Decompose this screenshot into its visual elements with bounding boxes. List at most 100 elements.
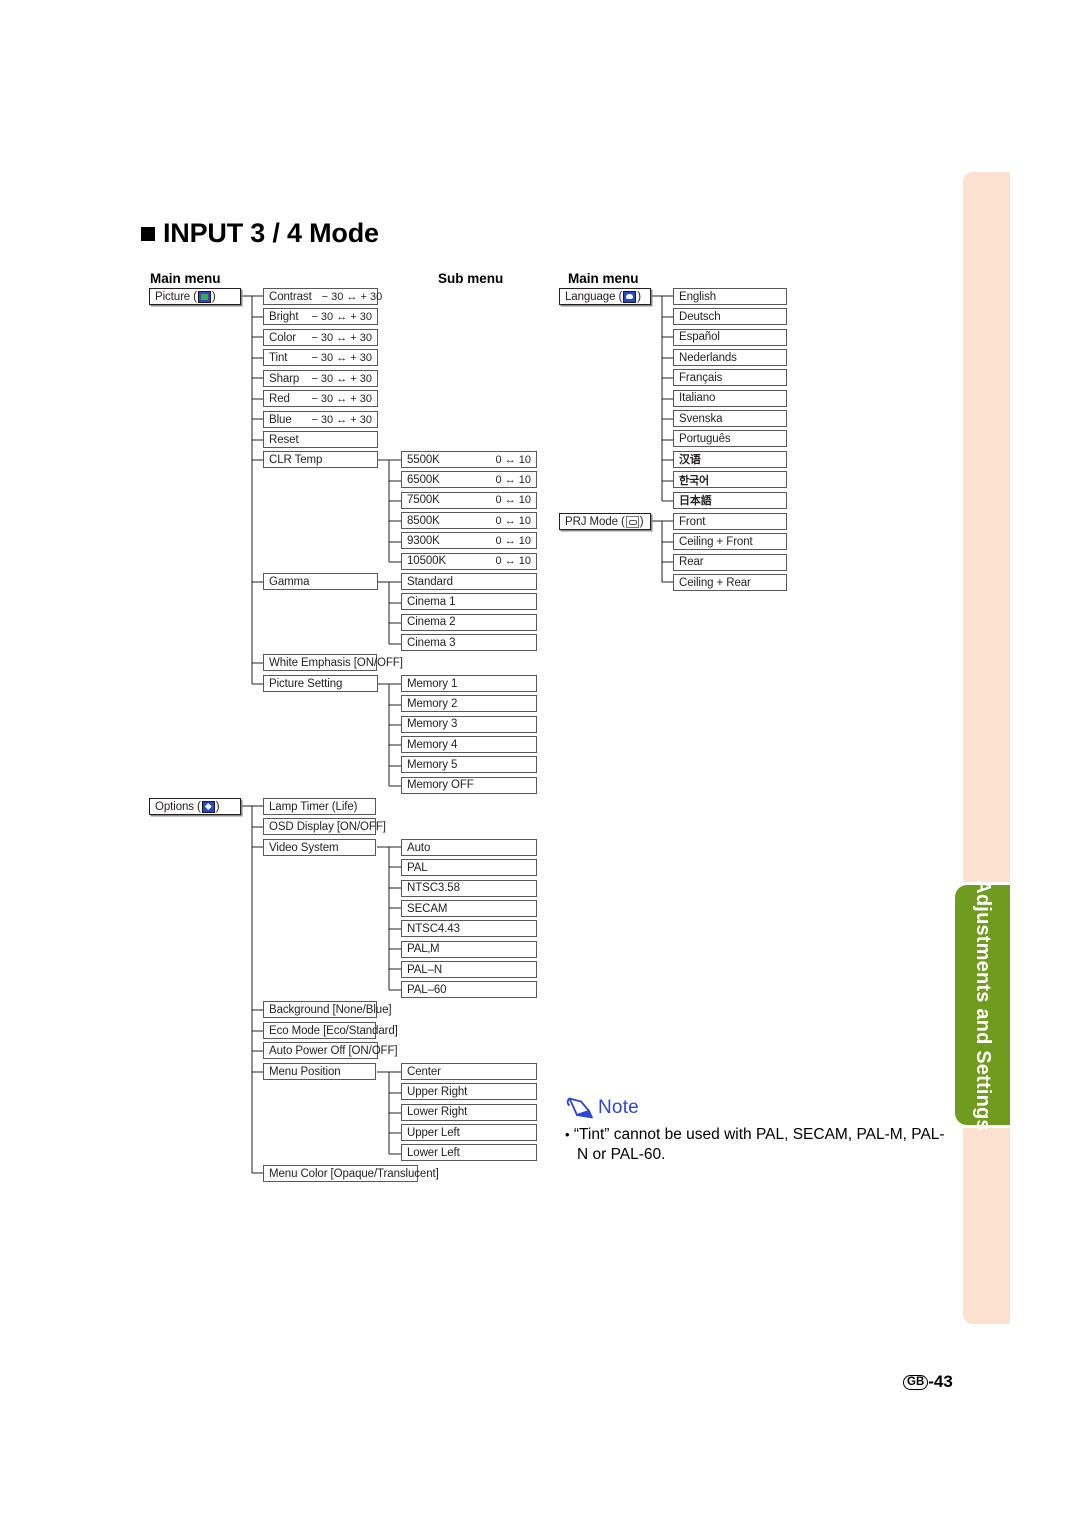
picture-submenu-item[interactable]: Sharp − 30 ↔ + 30 bbox=[263, 370, 378, 387]
clr-temp-item-value: 0 ↔ 10 bbox=[495, 453, 531, 466]
video-system-item[interactable]: Auto bbox=[401, 839, 537, 856]
picture-submenu-item[interactable]: Picture Setting bbox=[263, 675, 378, 692]
picture-submenu-item[interactable]: Tint − 30 ↔ + 30 bbox=[263, 349, 378, 366]
prj-mode-item[interactable]: Ceiling + Front bbox=[673, 533, 787, 551]
picture-setting-item[interactable]: Memory 1 bbox=[401, 675, 537, 692]
language-item[interactable]: Deutsch bbox=[673, 308, 787, 326]
language-item[interactable]: 한국어 bbox=[673, 471, 787, 489]
picture-submenu-item[interactable]: Bright − 30 ↔ + 30 bbox=[263, 308, 378, 325]
video-system-item-label: PAL bbox=[407, 861, 428, 874]
language-item[interactable]: Italiano bbox=[673, 389, 787, 407]
options-submenu-item-label: OSD Display [ON/OFF] bbox=[269, 820, 386, 833]
options-submenu-item[interactable]: Menu Color [Opaque/Translucent] bbox=[263, 1165, 439, 1182]
picture-submenu-item-label: Bright bbox=[269, 310, 299, 323]
picture-setting-item[interactable]: Memory 4 bbox=[401, 736, 537, 754]
gamma-item[interactable]: Standard bbox=[401, 573, 537, 590]
language-item[interactable]: 汉语 bbox=[673, 450, 787, 468]
video-system-item[interactable]: NTSC3.58 bbox=[401, 879, 537, 897]
clr-temp-item[interactable]: 8500K 0 ↔ 10 bbox=[401, 512, 537, 530]
picture-submenu-item[interactable]: Blue − 30 ↔ + 30 bbox=[263, 411, 378, 428]
note-text: • “Tint” cannot be used with PAL, SECAM,… bbox=[565, 1125, 955, 1165]
picture-submenu-item[interactable]: Contrast − 30 ↔ + 30 bbox=[263, 288, 382, 305]
clr-temp-item[interactable]: 10500K 0 ↔ 10 bbox=[401, 552, 537, 570]
menu-prj-mode[interactable]: PRJ Mode () bbox=[559, 513, 651, 530]
note-text-content: “Tint” cannot be used with PAL, SECAM, P… bbox=[573, 1126, 945, 1163]
options-submenu-item[interactable]: Auto Power Off [ON/OFF] bbox=[263, 1042, 398, 1059]
menu-position-item[interactable]: Upper Right bbox=[401, 1083, 537, 1101]
clr-temp-item[interactable]: 9300K 0 ↔ 10 bbox=[401, 532, 537, 550]
gamma-item[interactable]: Cinema 1 bbox=[401, 593, 537, 611]
video-system-item[interactable]: NTSC4.43 bbox=[401, 920, 537, 938]
clr-temp-item-label: 6500K bbox=[407, 473, 440, 486]
options-submenu-item[interactable]: OSD Display [ON/OFF] bbox=[263, 818, 386, 835]
prj-mode-item[interactable]: Front bbox=[673, 513, 787, 530]
video-system-item[interactable]: PAL–N bbox=[401, 961, 537, 979]
video-system-item[interactable]: PAL bbox=[401, 859, 537, 877]
language-item[interactable]: Nederlands bbox=[673, 349, 787, 367]
menu-language[interactable]: Language () bbox=[559, 288, 651, 305]
options-submenu-item-label: Auto Power Off [ON/OFF] bbox=[269, 1044, 398, 1057]
clr-temp-item[interactable]: 7500K 0 ↔ 10 bbox=[401, 491, 537, 509]
video-system-item[interactable]: PAL–60 bbox=[401, 981, 537, 999]
video-system-item-label: PAL–60 bbox=[407, 983, 447, 996]
options-submenu-item[interactable]: Eco Mode [Eco/Standard] bbox=[263, 1022, 398, 1039]
language-item[interactable]: Svenska bbox=[673, 410, 787, 428]
section-tab: Adjustments and Settings bbox=[955, 879, 1010, 1131]
gamma-item[interactable]: Cinema 2 bbox=[401, 613, 537, 631]
prj-mode-item-label: Ceiling + Front bbox=[679, 535, 753, 548]
menu-picture[interactable]: Picture () bbox=[149, 288, 241, 305]
language-item[interactable]: Português bbox=[673, 430, 787, 448]
language-item[interactable]: Français bbox=[673, 369, 787, 387]
video-system-item[interactable]: SECAM bbox=[401, 900, 537, 918]
side-decoration-strip bbox=[963, 172, 1010, 1324]
gamma-item[interactable]: Cinema 3 bbox=[401, 634, 537, 652]
picture-setting-item[interactable]: Memory OFF bbox=[401, 776, 537, 794]
video-system-item[interactable]: PAL‚M bbox=[401, 940, 537, 958]
menu-prj-mode-label: PRJ Mode ( bbox=[565, 515, 625, 528]
menu-position-item-label: Upper Right bbox=[407, 1085, 468, 1098]
picture-setting-item-label: Memory OFF bbox=[407, 779, 474, 792]
language-item-label: 汉语 bbox=[679, 454, 701, 467]
menu-position-item-label: Lower Right bbox=[407, 1106, 468, 1119]
picture-submenu-item-label: Contrast bbox=[269, 290, 312, 303]
options-icon bbox=[201, 800, 215, 813]
options-submenu-item[interactable]: Menu Position bbox=[263, 1063, 376, 1080]
prj-mode-item[interactable]: Ceiling + Rear bbox=[673, 574, 787, 592]
language-item-label: Svenska bbox=[679, 412, 723, 425]
note-header: Note bbox=[565, 1095, 955, 1121]
note-block: Note • “Tint” cannot be used with PAL, S… bbox=[565, 1095, 955, 1165]
picture-submenu-item[interactable]: CLR Temp bbox=[263, 451, 378, 468]
menu-position-item-label: Upper Left bbox=[407, 1126, 460, 1139]
options-submenu-item[interactable]: Lamp Timer (Life) bbox=[263, 798, 376, 815]
language-item-label: Italiano bbox=[679, 392, 716, 405]
prj-mode-item-label: Rear bbox=[679, 556, 704, 569]
picture-setting-item[interactable]: Memory 5 bbox=[401, 756, 537, 774]
prj-mode-item[interactable]: Rear bbox=[673, 553, 787, 571]
picture-submenu-item-label: Reset bbox=[269, 433, 299, 446]
picture-submenu-item-label: Red bbox=[269, 392, 290, 405]
options-submenu-item[interactable]: Background [None/Blue] bbox=[263, 1001, 392, 1018]
picture-submenu-item[interactable]: White Emphasis [ON/OFF] bbox=[263, 654, 403, 671]
menu-options[interactable]: Options () bbox=[149, 798, 241, 815]
menu-position-item[interactable]: Center bbox=[401, 1063, 537, 1080]
picture-submenu-item[interactable]: Reset bbox=[263, 431, 378, 448]
language-item[interactable]: 日本語 bbox=[673, 491, 787, 509]
options-submenu-item[interactable]: Video System bbox=[263, 839, 376, 856]
menu-position-item[interactable]: Lower Right bbox=[401, 1103, 537, 1121]
picture-submenu-item[interactable]: Color − 30 ↔ + 30 bbox=[263, 329, 378, 346]
language-item[interactable]: Español bbox=[673, 328, 787, 346]
picture-submenu-item[interactable]: Red − 30 ↔ + 30 bbox=[263, 390, 378, 407]
clr-temp-item-label: 7500K bbox=[407, 494, 440, 507]
menu-position-item[interactable]: Upper Left bbox=[401, 1124, 537, 1142]
options-submenu-item-label: Eco Mode [Eco/Standard] bbox=[269, 1024, 398, 1037]
options-submenu-item-label: Lamp Timer (Life) bbox=[269, 800, 358, 813]
menu-position-item[interactable]: Lower Left bbox=[401, 1144, 537, 1162]
language-item[interactable]: English bbox=[673, 288, 787, 305]
picture-setting-item[interactable]: Memory 2 bbox=[401, 695, 537, 713]
picture-submenu-item[interactable]: Gamma bbox=[263, 573, 378, 590]
picture-setting-item-label: Memory 1 bbox=[407, 677, 458, 690]
clr-temp-item[interactable]: 5500K 0 ↔ 10 bbox=[401, 451, 537, 468]
picture-setting-item[interactable]: Memory 3 bbox=[401, 715, 537, 733]
clr-temp-item[interactable]: 6500K 0 ↔ 10 bbox=[401, 471, 537, 489]
video-system-item-label: NTSC4.43 bbox=[407, 922, 460, 935]
